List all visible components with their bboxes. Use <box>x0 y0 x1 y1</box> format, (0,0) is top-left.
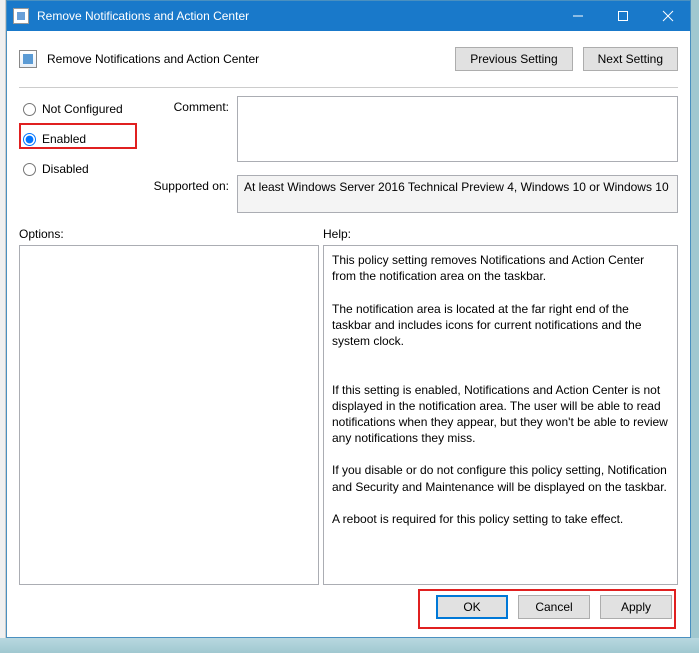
radio-enabled-input[interactable] <box>23 133 36 146</box>
window-icon <box>13 8 29 24</box>
panes-row: This policy setting removes Notification… <box>19 245 678 585</box>
radio-disabled-input[interactable] <box>23 163 36 176</box>
minimize-button[interactable] <box>555 1 600 31</box>
supported-on-label: Supported on: <box>137 175 237 193</box>
next-setting-button[interactable]: Next Setting <box>583 47 678 71</box>
dialog-footer: OK Cancel Apply <box>19 585 678 627</box>
pane-labels-row: Options: Help: <box>19 227 678 241</box>
dialog-window: Remove Notifications and Action Center R… <box>6 0 691 638</box>
options-label: Options: <box>19 227 323 241</box>
radio-not-configured-input[interactable] <box>23 103 36 116</box>
titlebar: Remove Notifications and Action Center <box>7 1 690 31</box>
options-pane <box>19 245 319 585</box>
apply-button[interactable]: Apply <box>600 595 672 619</box>
radio-enabled-label: Enabled <box>42 132 86 146</box>
comment-label: Comment: <box>137 96 237 114</box>
comment-input[interactable] <box>237 96 678 162</box>
background-bottom <box>0 638 699 653</box>
header-divider <box>19 87 678 88</box>
comment-wrap <box>237 96 678 165</box>
header-row: Remove Notifications and Action Center P… <box>19 41 678 77</box>
help-pane: This policy setting removes Notification… <box>323 245 678 585</box>
ok-button[interactable]: OK <box>436 595 508 619</box>
cancel-button[interactable]: Cancel <box>518 595 590 619</box>
state-radio-group: Not Configured Enabled Disabled <box>19 96 137 178</box>
dialog-content: Remove Notifications and Action Center P… <box>7 31 690 637</box>
close-button[interactable] <box>645 1 690 31</box>
policy-icon <box>19 50 37 68</box>
help-label: Help: <box>323 227 351 241</box>
radio-disabled-label: Disabled <box>42 162 89 176</box>
supported-on-value: At least Windows Server 2016 Technical P… <box>237 175 678 213</box>
maximize-button[interactable] <box>600 1 645 31</box>
radio-disabled[interactable]: Disabled <box>19 160 137 178</box>
window-title: Remove Notifications and Action Center <box>37 9 249 23</box>
previous-setting-button[interactable]: Previous Setting <box>455 47 572 71</box>
radio-not-configured-label: Not Configured <box>42 102 123 116</box>
policy-name-label: Remove Notifications and Action Center <box>47 52 259 66</box>
radio-not-configured[interactable]: Not Configured <box>19 100 137 118</box>
radio-enabled[interactable]: Enabled <box>19 130 137 148</box>
settings-grid: Not Configured Enabled Disabled Comment:… <box>19 96 678 213</box>
